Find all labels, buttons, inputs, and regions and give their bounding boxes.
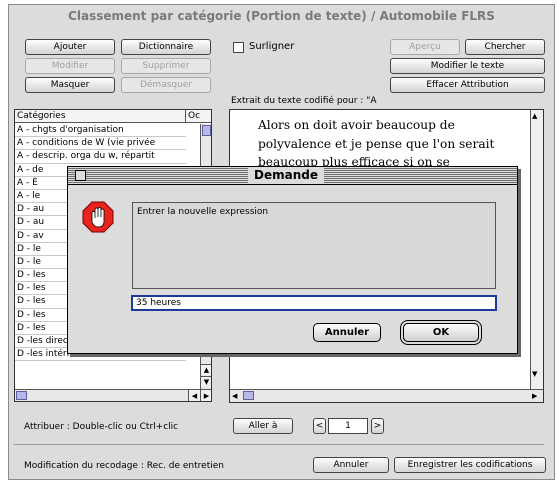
scroll-thumb[interactable]: [202, 125, 211, 136]
page-number-field[interactable]: 1: [328, 418, 368, 434]
window-title: Classement par catégorie (Portion de tex…: [9, 5, 554, 27]
effacer-attribution-button[interactable]: Effacer Attribution: [390, 77, 545, 93]
next-page-button[interactable]: >: [371, 418, 384, 434]
hscroll-thumb[interactable]: [16, 391, 27, 400]
dialog-title: Demande: [248, 168, 324, 183]
scroll-down-arrow-icon[interactable]: ▼: [201, 376, 211, 387]
apercu-button[interactable]: Aperçu: [390, 39, 460, 55]
attribuer-hint: Attribuer : Double-clic ou Ctrl+clic: [24, 422, 179, 432]
dialog-ok-button[interactable]: OK: [403, 323, 479, 342]
text-excerpt: Alors on doit avoir beaucoup de polyvale…: [258, 118, 495, 169]
surligner-label: Surligner: [249, 41, 295, 52]
column-header-oc[interactable]: Oc: [185, 110, 200, 123]
expression-input[interactable]: 35 heures: [131, 295, 497, 311]
scroll-left-arrow-icon[interactable]: ◀: [188, 390, 200, 401]
column-header-categories[interactable]: Catégories: [17, 111, 66, 121]
divider: [14, 444, 544, 445]
scroll-right-arrow-icon[interactable]: ▶: [200, 390, 211, 401]
modifier-button[interactable]: Modifier: [25, 58, 115, 74]
text-horizontal-scrollbar[interactable]: ◀ ▶: [230, 389, 543, 402]
dialog-prompt: Entrer la nouvelle expression: [132, 202, 496, 289]
dictionnaire-button[interactable]: Dictionnaire: [121, 39, 211, 55]
text-scroll-up-icon[interactable]: ▲: [532, 112, 537, 120]
stop-hand-icon: [82, 201, 114, 233]
extrait-label: Extrait du texte codifié pour : "A: [231, 96, 377, 106]
text-vertical-scrollbar[interactable]: ▲ ▼: [530, 110, 543, 390]
annuler-button[interactable]: Annuler: [313, 457, 389, 473]
ajouter-button[interactable]: Ajouter: [25, 39, 115, 55]
text-scroll-right-icon[interactable]: ▶: [532, 390, 537, 402]
category-row[interactable]: A - conditions de W (vie privée: [15, 137, 186, 151]
enregistrer-codifications-button[interactable]: Enregistrer les codifications: [394, 457, 546, 473]
chercher-button[interactable]: Chercher: [465, 39, 545, 55]
dialog-titlebar: Demande: [68, 167, 517, 185]
modification-status: Modification du recodage : Rec. de entre…: [24, 461, 224, 471]
prev-page-button[interactable]: <: [313, 418, 326, 434]
modifier-texte-button[interactable]: Modifier le texte: [390, 58, 545, 74]
text-scroll-left-icon[interactable]: ◀: [232, 390, 237, 402]
scroll-up-arrow-icon[interactable]: ▲: [201, 364, 211, 375]
prompt-text: Entrer la nouvelle expression: [137, 207, 269, 217]
close-box-icon[interactable]: [75, 170, 86, 181]
supprimer-button[interactable]: Supprimer: [121, 58, 211, 74]
text-scroll-down-icon[interactable]: ▼: [532, 370, 537, 378]
category-list-header: Catégories Oc: [15, 110, 211, 123]
demande-dialog: Demande Entrer la nouvelle expression 35…: [67, 166, 518, 354]
category-row[interactable]: A - descrip. orga du w, répartit: [15, 150, 186, 164]
masquer-button[interactable]: Masquer: [25, 77, 115, 93]
category-horizontal-scrollbar[interactable]: ◀ ▶: [15, 389, 211, 401]
surligner-checkbox[interactable]: [233, 42, 244, 53]
aller-a-button[interactable]: Aller à: [233, 418, 293, 434]
dialog-annuler-button[interactable]: Annuler: [313, 323, 381, 342]
demasquer-button[interactable]: Démasquer: [121, 77, 211, 93]
category-row[interactable]: A - chgts d'organisation: [15, 124, 186, 138]
text-hscroll-thumb[interactable]: [243, 391, 254, 400]
